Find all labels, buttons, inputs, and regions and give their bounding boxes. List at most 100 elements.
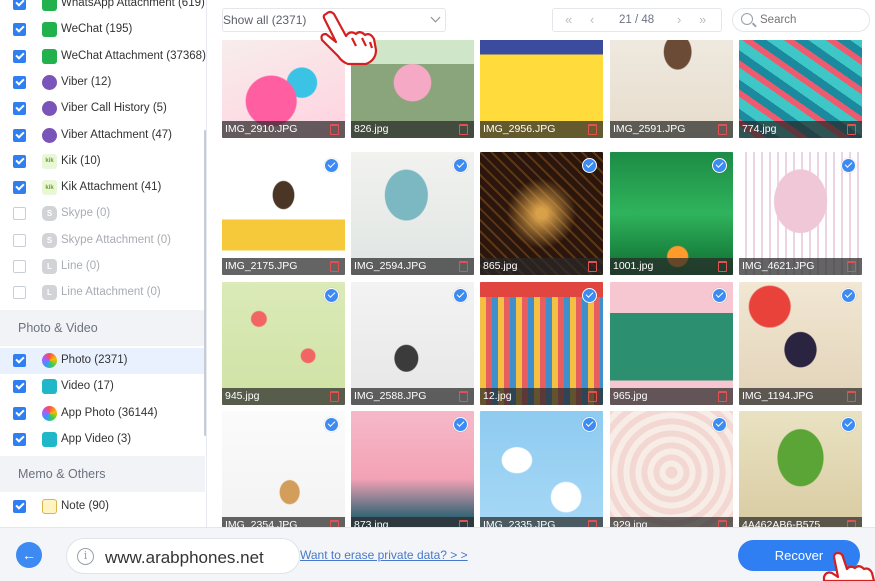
checkbox[interactable] bbox=[13, 260, 26, 273]
trash-icon[interactable] bbox=[718, 391, 727, 402]
photo-thumbnail[interactable]: 965.jpg bbox=[610, 282, 733, 405]
checkbox[interactable] bbox=[13, 154, 26, 168]
sidebar-item[interactable]: Photo (2371) bbox=[0, 348, 205, 374]
prev-page-icon[interactable]: ‹ bbox=[590, 12, 594, 27]
trash-icon[interactable] bbox=[588, 520, 597, 527]
checkmark-icon[interactable] bbox=[712, 417, 727, 432]
trash-icon[interactable] bbox=[459, 391, 468, 402]
trash-icon[interactable] bbox=[588, 391, 597, 402]
checkmark-icon[interactable] bbox=[841, 158, 856, 173]
checkmark-icon[interactable] bbox=[582, 417, 597, 432]
checkmark-icon[interactable] bbox=[324, 158, 339, 173]
trash-icon[interactable] bbox=[847, 261, 856, 272]
photo-thumbnail[interactable]: IMG_2335.JPG bbox=[480, 411, 603, 527]
photo-thumbnail[interactable]: 945.jpg bbox=[222, 282, 345, 405]
trash-icon[interactable] bbox=[847, 520, 856, 527]
photo-thumbnail[interactable]: IMG_4621.JPG bbox=[739, 152, 862, 275]
next-page-icon[interactable]: › bbox=[677, 12, 681, 27]
trash-icon[interactable] bbox=[330, 391, 339, 402]
sidebar-item[interactable]: WhatsApp Attachment (619) bbox=[0, 0, 205, 17]
checkmark-icon[interactable] bbox=[453, 158, 468, 173]
checkbox[interactable] bbox=[13, 432, 26, 446]
sidebar-item[interactable]: App Video (3) bbox=[0, 427, 205, 453]
sidebar-item[interactable]: L Line Attachment (0) bbox=[0, 280, 205, 306]
checkmark-icon[interactable] bbox=[453, 417, 468, 432]
trash-icon[interactable] bbox=[588, 261, 597, 272]
photo-thumbnail[interactable]: IMG_2594.JPG bbox=[351, 152, 474, 275]
photo-thumbnail[interactable]: IMG_2354.JPG bbox=[222, 411, 345, 527]
last-page-icon[interactable]: » bbox=[699, 12, 706, 27]
photo-thumbnail[interactable]: 774.jpg bbox=[739, 40, 862, 138]
sidebar-item[interactable]: kik Kik (10) bbox=[0, 149, 205, 175]
photo-thumbnail[interactable]: 1001.jpg bbox=[610, 152, 733, 275]
photo-thumbnail[interactable]: 929.jpg bbox=[610, 411, 733, 527]
show-filter-label: Show all (2371) bbox=[223, 13, 307, 27]
sidebar-item[interactable]: Viber Attachment (47) bbox=[0, 123, 205, 149]
search-input[interactable] bbox=[760, 12, 860, 28]
trash-icon[interactable] bbox=[718, 520, 727, 527]
trash-icon[interactable] bbox=[459, 124, 468, 135]
checkbox[interactable] bbox=[13, 286, 26, 300]
checkbox[interactable] bbox=[13, 380, 26, 394]
photo-thumbnail[interactable]: IMG_2175.JPG bbox=[222, 152, 345, 275]
checkmark-icon[interactable] bbox=[453, 288, 468, 303]
sidebar-item[interactable]: Video (17) bbox=[0, 374, 205, 400]
trash-icon[interactable] bbox=[459, 520, 468, 527]
trash-icon[interactable] bbox=[847, 391, 856, 402]
checkbox[interactable] bbox=[13, 406, 26, 420]
checkbox[interactable] bbox=[13, 23, 26, 37]
checkbox[interactable] bbox=[13, 354, 26, 367]
checkmark-icon[interactable] bbox=[841, 417, 856, 432]
checkmark-icon[interactable] bbox=[712, 288, 727, 303]
sidebar-item-label: Line (0) bbox=[61, 260, 100, 272]
sidebar-scrollbar[interactable] bbox=[204, 130, 206, 436]
trash-icon[interactable] bbox=[330, 124, 339, 135]
photo-thumbnail[interactable]: IMG_1194.JPG bbox=[739, 282, 862, 405]
checkbox[interactable] bbox=[13, 0, 26, 10]
sidebar-item[interactable]: L Line (0) bbox=[0, 254, 205, 280]
line-icon: L bbox=[42, 259, 57, 274]
checkbox[interactable] bbox=[13, 181, 26, 195]
checkbox[interactable] bbox=[13, 102, 26, 116]
erase-data-link[interactable]: Want to erase private data? > > bbox=[300, 548, 468, 562]
photo-thumbnail[interactable]: 12.jpg bbox=[480, 282, 603, 405]
checkbox[interactable] bbox=[13, 500, 26, 513]
sidebar-item[interactable]: kik Kik Attachment (41) bbox=[0, 175, 205, 201]
trash-icon[interactable] bbox=[847, 124, 856, 135]
checkmark-icon[interactable] bbox=[324, 417, 339, 432]
back-button[interactable]: ← bbox=[16, 542, 42, 568]
trash-icon[interactable] bbox=[718, 261, 727, 272]
photo-filename: 12.jpg bbox=[480, 388, 603, 405]
trash-icon[interactable] bbox=[330, 520, 339, 527]
sidebar-item[interactable]: Viber Call History (5) bbox=[0, 96, 205, 122]
photo-thumbnail[interactable]: 4A462AB6-B575 bbox=[739, 411, 862, 527]
sidebar-item[interactable]: S Skype (0) bbox=[0, 201, 205, 227]
checkbox[interactable] bbox=[13, 128, 26, 142]
checkmark-icon[interactable] bbox=[324, 288, 339, 303]
sidebar-item[interactable]: S Skype Attachment (0) bbox=[0, 228, 205, 254]
trash-icon[interactable] bbox=[588, 124, 597, 135]
sidebar-item[interactable]: WeChat Attachment (37368) bbox=[0, 44, 206, 70]
checkbox[interactable] bbox=[13, 233, 26, 247]
checkmark-icon[interactable] bbox=[841, 288, 856, 303]
photo-thumbnail[interactable]: IMG_2591.JPG bbox=[610, 40, 733, 138]
first-page-icon[interactable]: « bbox=[565, 12, 572, 27]
photo-thumbnail[interactable]: 865.jpg bbox=[480, 152, 603, 275]
sidebar-item[interactable]: WeChat (195) bbox=[0, 17, 205, 43]
sidebar-item-label: Kik Attachment (41) bbox=[61, 181, 162, 194]
trash-icon[interactable] bbox=[330, 261, 339, 272]
photo-thumbnail[interactable]: 873.jpg bbox=[351, 411, 474, 527]
sidebar-item[interactable]: Note (90) bbox=[0, 494, 205, 520]
sidebar-item[interactable]: Viber (12) bbox=[0, 70, 205, 96]
checkbox[interactable] bbox=[13, 49, 26, 63]
photo-thumbnail[interactable]: IMG_2956.JPG bbox=[480, 40, 603, 138]
trash-icon[interactable] bbox=[459, 261, 468, 272]
sidebar-item[interactable]: App Photo (36144) bbox=[0, 401, 205, 427]
photo-thumbnail[interactable]: IMG_2588.JPG bbox=[351, 282, 474, 405]
trash-icon[interactable] bbox=[718, 124, 727, 135]
checkmark-icon[interactable] bbox=[582, 288, 597, 303]
checkmark-icon[interactable] bbox=[582, 158, 597, 173]
checkbox[interactable] bbox=[13, 207, 26, 221]
checkmark-icon[interactable] bbox=[712, 158, 727, 173]
checkbox[interactable] bbox=[13, 75, 26, 89]
